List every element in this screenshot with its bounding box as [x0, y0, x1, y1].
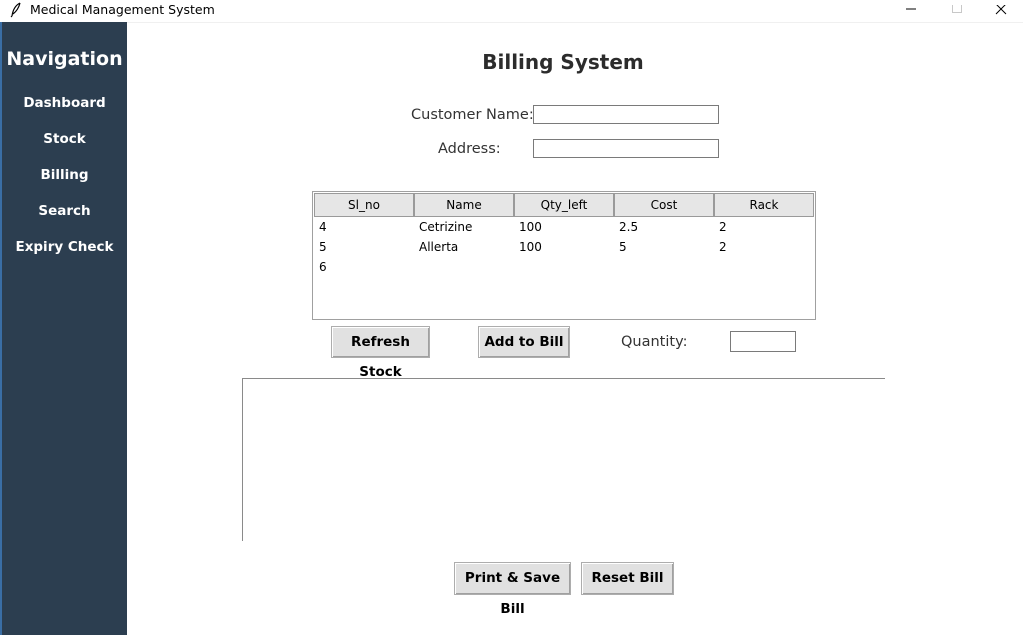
customer-name-input[interactable] — [533, 105, 719, 124]
maximize-icon — [952, 5, 962, 13]
column-header-name[interactable]: Name — [414, 193, 514, 217]
sidebar: Navigation Dashboard Stock Billing Searc… — [0, 22, 127, 635]
close-icon — [995, 5, 1007, 15]
quantity-input[interactable] — [730, 331, 796, 352]
table-header: Sl_no Name Qty_left Cost Rack — [314, 193, 816, 217]
add-to-bill-button[interactable]: Add to Bill — [478, 326, 570, 358]
cell-rack: 2 — [719, 240, 727, 254]
table-row[interactable]: 5 Allerta 100 5 2 — [314, 238, 816, 258]
cell-qty-left: 100 — [519, 220, 542, 234]
table-row[interactable]: 4 Cetrizine 100 2.5 2 — [314, 218, 816, 238]
cell-name: Cetrizine — [419, 220, 473, 234]
feather-icon — [10, 2, 22, 18]
sidebar-item-search[interactable]: Search — [2, 203, 127, 219]
column-header-cost[interactable]: Cost — [614, 193, 714, 217]
minimize-icon — [906, 8, 916, 10]
cell-cost: 2.5 — [619, 220, 639, 234]
quantity-label: Quantity: — [621, 334, 688, 350]
cell-qty-left: 100 — [519, 240, 542, 254]
address-label: Address: — [438, 141, 501, 157]
sidebar-item-billing[interactable]: Billing — [2, 167, 127, 183]
cell-name: Allerta — [419, 240, 459, 254]
sidebar-item-stock[interactable]: Stock — [2, 131, 127, 147]
cell-sl-no: 4 — [319, 220, 327, 234]
cell-rack: 2 — [719, 220, 727, 234]
column-header-sl-no[interactable]: Sl_no — [314, 193, 414, 217]
cell-sl-no: 6 — [319, 260, 327, 274]
maximize-button[interactable] — [934, 0, 980, 22]
cell-cost: 5 — [619, 240, 627, 254]
title-bar: Medical Management System — [0, 0, 1023, 23]
table-row[interactable]: 6 — [314, 258, 816, 278]
column-header-rack[interactable]: Rack — [714, 193, 814, 217]
sidebar-item-expiry-check[interactable]: Expiry Check — [2, 239, 127, 255]
page-title: Billing System — [482, 50, 644, 74]
minimize-button[interactable] — [888, 0, 934, 22]
cell-sl-no: 5 — [319, 240, 327, 254]
close-button[interactable] — [978, 0, 1023, 22]
address-input[interactable] — [533, 139, 719, 158]
bill-text-area[interactable] — [242, 378, 885, 541]
sidebar-heading: Navigation — [6, 48, 123, 70]
refresh-stock-button[interactable]: Refresh Stock — [331, 326, 430, 380]
stock-table[interactable]: Sl_no Name Qty_left Cost Rack 4 Cetrizin… — [312, 191, 816, 320]
column-header-qty-left[interactable]: Qty_left — [514, 193, 614, 217]
print-save-bill-button[interactable]: Print & Save Bill — [454, 562, 571, 617]
customer-name-label: Customer Name: — [411, 107, 534, 123]
window-title: Medical Management System — [30, 2, 215, 17]
sidebar-item-dashboard[interactable]: Dashboard — [2, 95, 127, 111]
reset-bill-button[interactable]: Reset Bill — [581, 562, 674, 595]
